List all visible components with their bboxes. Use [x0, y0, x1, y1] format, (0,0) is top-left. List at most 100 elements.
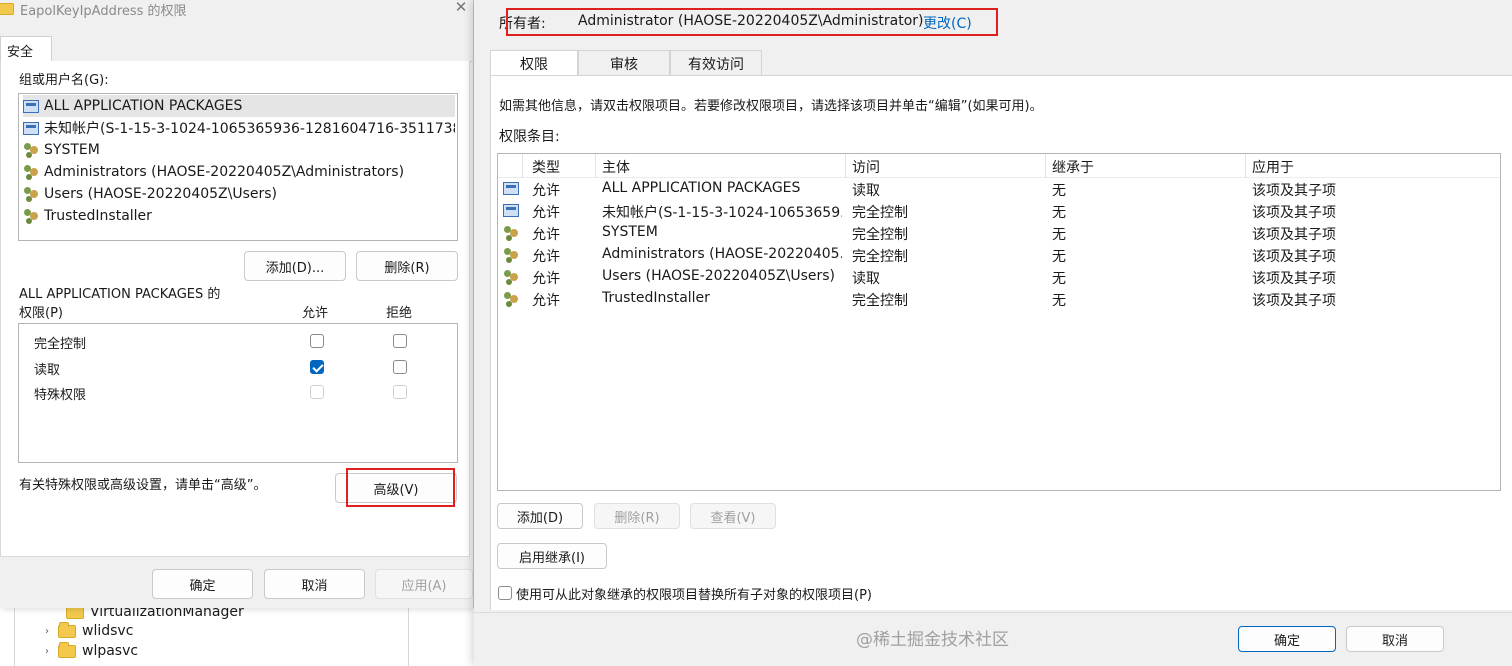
- list-item[interactable]: SYSTEM: [23, 139, 455, 161]
- list-item[interactable]: Administrators (HAOSE-20220405Z\Administ…: [23, 161, 455, 183]
- column-divider[interactable]: [845, 154, 846, 178]
- table-row[interactable]: 允许 ALL APPLICATION PACKAGES 读取 无 该项及其子项: [498, 178, 1500, 200]
- cell-principal: TrustedInstaller: [602, 290, 710, 306]
- deny-column-header: 拒绝: [386, 306, 413, 321]
- owner-value: Administrator (HAOSE-20220405Z\Administr…: [578, 13, 924, 29]
- column-header-applies[interactable]: 应用于: [1252, 157, 1294, 177]
- cell-inherited: 无: [1052, 293, 1066, 309]
- apply-button[interactable]: 应用(A): [375, 569, 473, 599]
- users-icon: [503, 292, 519, 306]
- tree-item[interactable]: › wlidsvc: [40, 621, 133, 641]
- folder-icon: [58, 641, 76, 658]
- tree-item[interactable]: › wlpasvc: [40, 641, 138, 661]
- replace-child-permissions-label[interactable]: 使用可从此对象继承的权限项目替换所有子对象的权限项目(P): [516, 584, 872, 603]
- column-header-inherited[interactable]: 继承于: [1052, 157, 1094, 177]
- group-label: 组或用户名(G):: [19, 73, 109, 88]
- deny-checkbox[interactable]: [393, 334, 407, 348]
- table-header: 类型 主体 访问 继承于 应用于: [498, 154, 1500, 178]
- tab-security[interactable]: 安全: [0, 36, 52, 62]
- cell-principal: SYSTEM: [602, 224, 658, 240]
- table-row[interactable]: 允许 TrustedInstaller 完全控制 无 该项及其子项: [498, 288, 1500, 310]
- cell-inherited: 无: [1052, 249, 1066, 265]
- cell-type: 允许: [532, 183, 560, 199]
- list-item[interactable]: Users (HAOSE-20220405Z\Users): [23, 183, 455, 205]
- cell-access: 读取: [852, 271, 880, 287]
- column-divider[interactable]: [1045, 154, 1046, 178]
- package-icon: [23, 121, 39, 135]
- permission-label: 读取: [34, 363, 61, 378]
- table-row[interactable]: 允许 Administrators (HAOSE-20220405... 完全控…: [498, 244, 1500, 266]
- column-header-access[interactable]: 访问: [852, 157, 880, 177]
- cell-access: 完全控制: [852, 249, 908, 265]
- users-icon: [23, 165, 39, 179]
- cell-principal: ALL APPLICATION PACKAGES: [602, 180, 801, 196]
- permission-entries-table[interactable]: 类型 主体 访问 继承于 应用于 允许 ALL APPLICATION PACK…: [497, 153, 1501, 491]
- tab-strip: 安全: [0, 36, 474, 62]
- principal-label: TrustedInstaller: [44, 208, 152, 224]
- cell-type: 允许: [532, 293, 560, 309]
- ok-button[interactable]: 确定: [1238, 626, 1336, 652]
- folder-icon: [58, 621, 76, 638]
- tab-auditing[interactable]: 审核: [578, 50, 670, 76]
- principal-label: SYSTEM: [44, 142, 100, 158]
- column-divider[interactable]: [1245, 154, 1246, 178]
- cell-principal: 未知帐户(S-1-15-3-1024-10653659...: [602, 205, 842, 221]
- advanced-security-dialog: 所有者: Administrator (HAOSE-20220405Z\Admi…: [474, 0, 1512, 666]
- ok-button[interactable]: 确定: [152, 569, 253, 599]
- users-icon: [23, 187, 39, 201]
- add-entry-button[interactable]: 添加(D): [497, 503, 583, 529]
- title-bar: EapolKeyIpAddress 的权限 ✕: [0, 0, 474, 19]
- list-item[interactable]: TrustedInstaller: [23, 205, 455, 227]
- allow-checkbox[interactable]: [310, 334, 324, 348]
- table-row[interactable]: 允许 SYSTEM 完全控制 无 该项及其子项: [498, 222, 1500, 244]
- tab-permissions[interactable]: 权限: [490, 50, 578, 77]
- users-icon: [23, 209, 39, 223]
- cell-access: 完全控制: [852, 227, 908, 243]
- column-divider[interactable]: [522, 154, 523, 178]
- cell-applies: 该项及其子项: [1252, 183, 1336, 199]
- permission-label: 特殊权限: [34, 388, 87, 403]
- add-button[interactable]: 添加(D)...: [244, 251, 346, 281]
- permissions-for-label: ALL APPLICATION PACKAGES 的: [19, 287, 221, 302]
- cancel-button[interactable]: 取消: [264, 569, 365, 599]
- chevron-right-icon[interactable]: ›: [40, 646, 54, 657]
- close-icon[interactable]: ✕: [452, 0, 470, 16]
- cell-access: 读取: [852, 183, 880, 199]
- column-header-type[interactable]: 类型: [532, 157, 560, 177]
- enable-inheritance-button[interactable]: 启用继承(I): [497, 543, 607, 569]
- remove-button[interactable]: 删除(R): [356, 251, 458, 281]
- explorer-tree: VirtualizationManager › wlidsvc › wlpasv…: [0, 600, 480, 666]
- table-row[interactable]: 允许 未知帐户(S-1-15-3-1024-10653659... 完全控制 无…: [498, 200, 1500, 222]
- deny-checkbox[interactable]: [393, 360, 407, 374]
- footer-divider: [474, 612, 1512, 613]
- principal-label: ALL APPLICATION PACKAGES: [44, 98, 243, 114]
- principal-label: Users (HAOSE-20220405Z\Users): [44, 186, 278, 202]
- cell-type: 允许: [532, 227, 560, 243]
- tab-effective-access[interactable]: 有效访问: [670, 50, 762, 76]
- chevron-right-icon[interactable]: ›: [40, 626, 54, 637]
- permission-label: 完全控制: [34, 337, 87, 352]
- cell-applies: 该项及其子项: [1252, 249, 1336, 265]
- cell-type: 允许: [532, 205, 560, 221]
- column-header-principal[interactable]: 主体: [602, 157, 630, 177]
- change-owner-link[interactable]: 更改(C): [923, 13, 972, 33]
- info-text: 如需其他信息，请双击权限项目。若要修改权限项目，请选择该项目并单击“编辑”(如果…: [499, 99, 1043, 114]
- view-entry-button[interactable]: 查看(V): [690, 503, 776, 529]
- cell-inherited: 无: [1052, 271, 1066, 287]
- cell-applies: 该项及其子项: [1252, 271, 1336, 287]
- cell-type: 允许: [532, 271, 560, 287]
- cell-access: 完全控制: [852, 205, 908, 221]
- advanced-button[interactable]: 高级(V): [335, 473, 457, 503]
- allow-checkbox[interactable]: [310, 360, 324, 374]
- table-row[interactable]: 允许 Users (HAOSE-20220405Z\Users) 读取 无 该项…: [498, 266, 1500, 288]
- column-divider[interactable]: [595, 154, 596, 178]
- cell-access: 完全控制: [852, 293, 908, 309]
- replace-child-permissions-checkbox[interactable]: [498, 586, 512, 600]
- cancel-button[interactable]: 取消: [1346, 626, 1444, 652]
- principal-list[interactable]: ALL APPLICATION PACKAGES 未知帐户(S-1-15-3-1…: [18, 93, 458, 241]
- list-item[interactable]: ALL APPLICATION PACKAGES: [23, 95, 455, 117]
- cell-applies: 该项及其子项: [1252, 293, 1336, 309]
- users-icon: [503, 270, 519, 284]
- remove-entry-button[interactable]: 删除(R): [594, 503, 680, 529]
- list-item[interactable]: 未知帐户(S-1-15-3-1024-1065365936-1281604716…: [23, 117, 455, 139]
